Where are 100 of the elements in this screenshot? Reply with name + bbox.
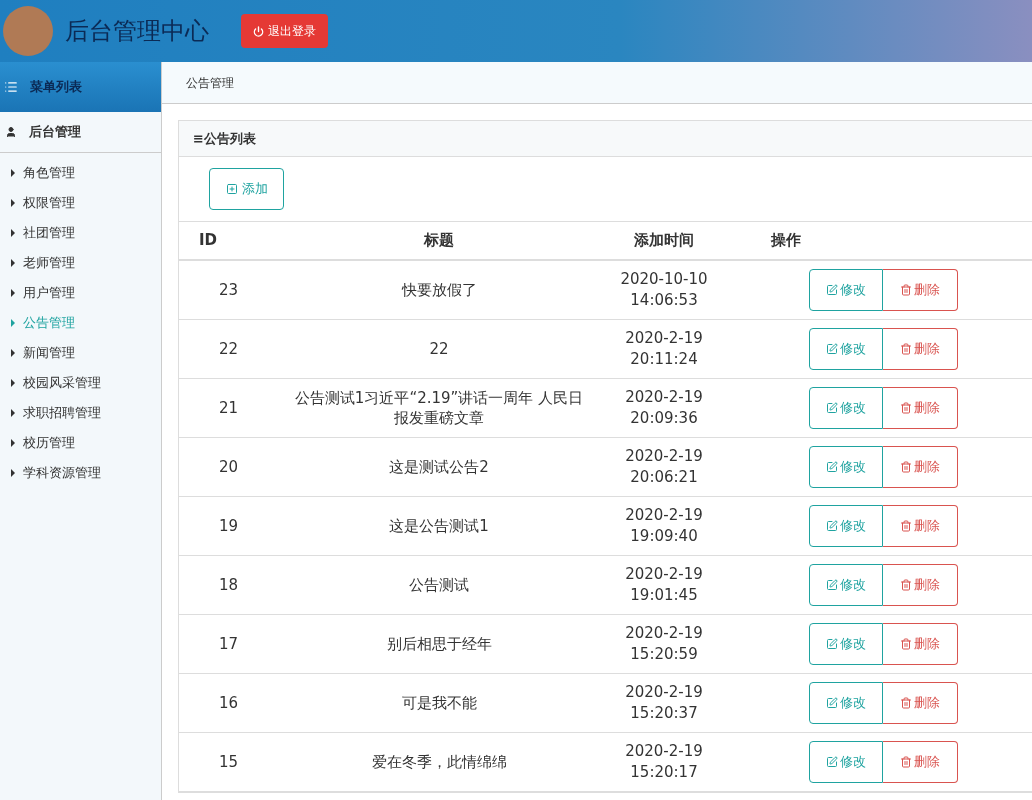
table-cell: 18 [179,556,279,615]
date-text: 2020-2-19 [625,741,703,762]
edit-button[interactable]: 修改 [809,269,883,311]
caret-icon [11,349,15,357]
sidebar-item[interactable]: 校园风采管理 [0,368,161,398]
edit-icon [826,638,838,650]
trash-icon [900,402,912,414]
table-cell: 20 [179,438,279,497]
trash-icon [900,520,912,532]
edit-icon [826,343,838,355]
edit-button[interactable]: 修改 [809,505,883,547]
trash-icon [900,343,912,355]
delete-button[interactable]: 删除 [883,564,958,606]
sidebar-item[interactable]: 用户管理 [0,278,161,308]
table-cell: 爱在冬季，此情绵绵 [279,733,599,792]
table-cell: 快要放假了 [279,261,599,320]
time-text: 15:20:59 [630,644,698,665]
table-cell: 19 [179,497,279,556]
sidebar-item[interactable]: 校历管理 [0,428,161,458]
edit-button[interactable]: 修改 [809,446,883,488]
delete-button[interactable]: 删除 [883,446,958,488]
caret-icon [11,319,15,327]
table-cell: 可是我不能 [279,674,599,733]
date-text: 2020-2-19 [625,328,703,349]
time-text: 15:20:37 [630,703,698,724]
date-text: 2020-2-19 [625,446,703,467]
trash-icon [900,284,912,296]
delete-button[interactable]: 删除 [883,741,958,783]
sidebar-group[interactable]: 后台管理 [0,112,161,153]
caret-icon [11,169,15,177]
sidebar-item[interactable]: 权限管理 [0,188,161,218]
edit-icon [826,756,838,768]
time-text: 15:20:17 [630,762,698,783]
edit-icon [826,579,838,591]
date-text: 2020-10-10 [620,269,708,290]
plus-icon [225,183,238,195]
sidebar-item[interactable]: 社团管理 [0,218,161,248]
logout-button[interactable]: 退出登录 [241,14,328,48]
time-text: 14:06:53 [630,290,698,311]
column-header: 标题 [279,222,599,261]
edit-icon [826,697,838,709]
edit-button[interactable]: 修改 [809,387,883,429]
caret-icon [11,289,15,297]
caret-icon [11,259,15,267]
date-text: 2020-2-19 [625,682,703,703]
table-cell: 21 [179,379,279,438]
date-text: 2020-2-19 [625,623,703,644]
sidebar-item[interactable]: 老师管理 [0,248,161,278]
time-text: 20:09:36 [630,408,698,429]
delete-button[interactable]: 删除 [883,269,958,311]
table-cell: 公告测试1习近平“2.19”讲话一周年 人民日报发重磅文章 [279,379,599,438]
table-cell: 这是公告测试1 [279,497,599,556]
column-header: 添加时间 [599,222,729,261]
caret-icon [11,379,15,387]
time-text: 19:01:45 [630,585,698,606]
table-cell: 22 [179,320,279,379]
edit-button[interactable]: 修改 [809,623,883,665]
app-title: 后台管理中心 [65,16,209,47]
panel-title: ≡公告列表 [193,129,256,148]
table-cell: 23 [179,261,279,320]
breadcrumb: 公告管理 [186,74,234,92]
trash-icon [900,461,912,473]
sidebar-item[interactable]: 角色管理 [0,158,161,188]
column-header: 操作 [729,222,1032,261]
edit-button[interactable]: 修改 [809,564,883,606]
sidebar-title: 菜单列表 [30,78,82,97]
user-icon [5,126,17,138]
edit-icon [826,402,838,414]
table-cell: 公告测试 [279,556,599,615]
time-text: 20:11:24 [630,349,698,370]
table-cell: 22 [279,320,599,379]
sidebar-item[interactable]: 新闻管理 [0,338,161,368]
trash-icon [900,579,912,591]
time-text: 19:09:40 [630,526,698,547]
delete-button[interactable]: 删除 [883,682,958,724]
edit-button[interactable]: 修改 [809,328,883,370]
add-button[interactable]: 添加 [209,168,284,210]
table-cell: 这是测试公告2 [279,438,599,497]
table-cell: 17 [179,615,279,674]
caret-icon [11,199,15,207]
date-text: 2020-2-19 [625,564,703,585]
list-icon [4,80,18,94]
delete-button[interactable]: 删除 [883,328,958,370]
table-cell: 别后相思于经年 [279,615,599,674]
date-text: 2020-2-19 [625,387,703,408]
edit-button[interactable]: 修改 [809,682,883,724]
edit-icon [826,461,838,473]
time-text: 20:06:21 [630,467,698,488]
trash-icon [900,638,912,650]
caret-icon [11,469,15,477]
edit-button[interactable]: 修改 [809,741,883,783]
sidebar-item[interactable]: 学科资源管理 [0,458,161,488]
delete-button[interactable]: 删除 [883,623,958,665]
power-icon [253,25,264,37]
sidebar-item[interactable]: 求职招聘管理 [0,398,161,428]
delete-button[interactable]: 删除 [883,387,958,429]
table-cell: 16 [179,674,279,733]
delete-button[interactable]: 删除 [883,505,958,547]
caret-icon [11,409,15,417]
sidebar-item[interactable]: 公告管理 [0,308,161,338]
